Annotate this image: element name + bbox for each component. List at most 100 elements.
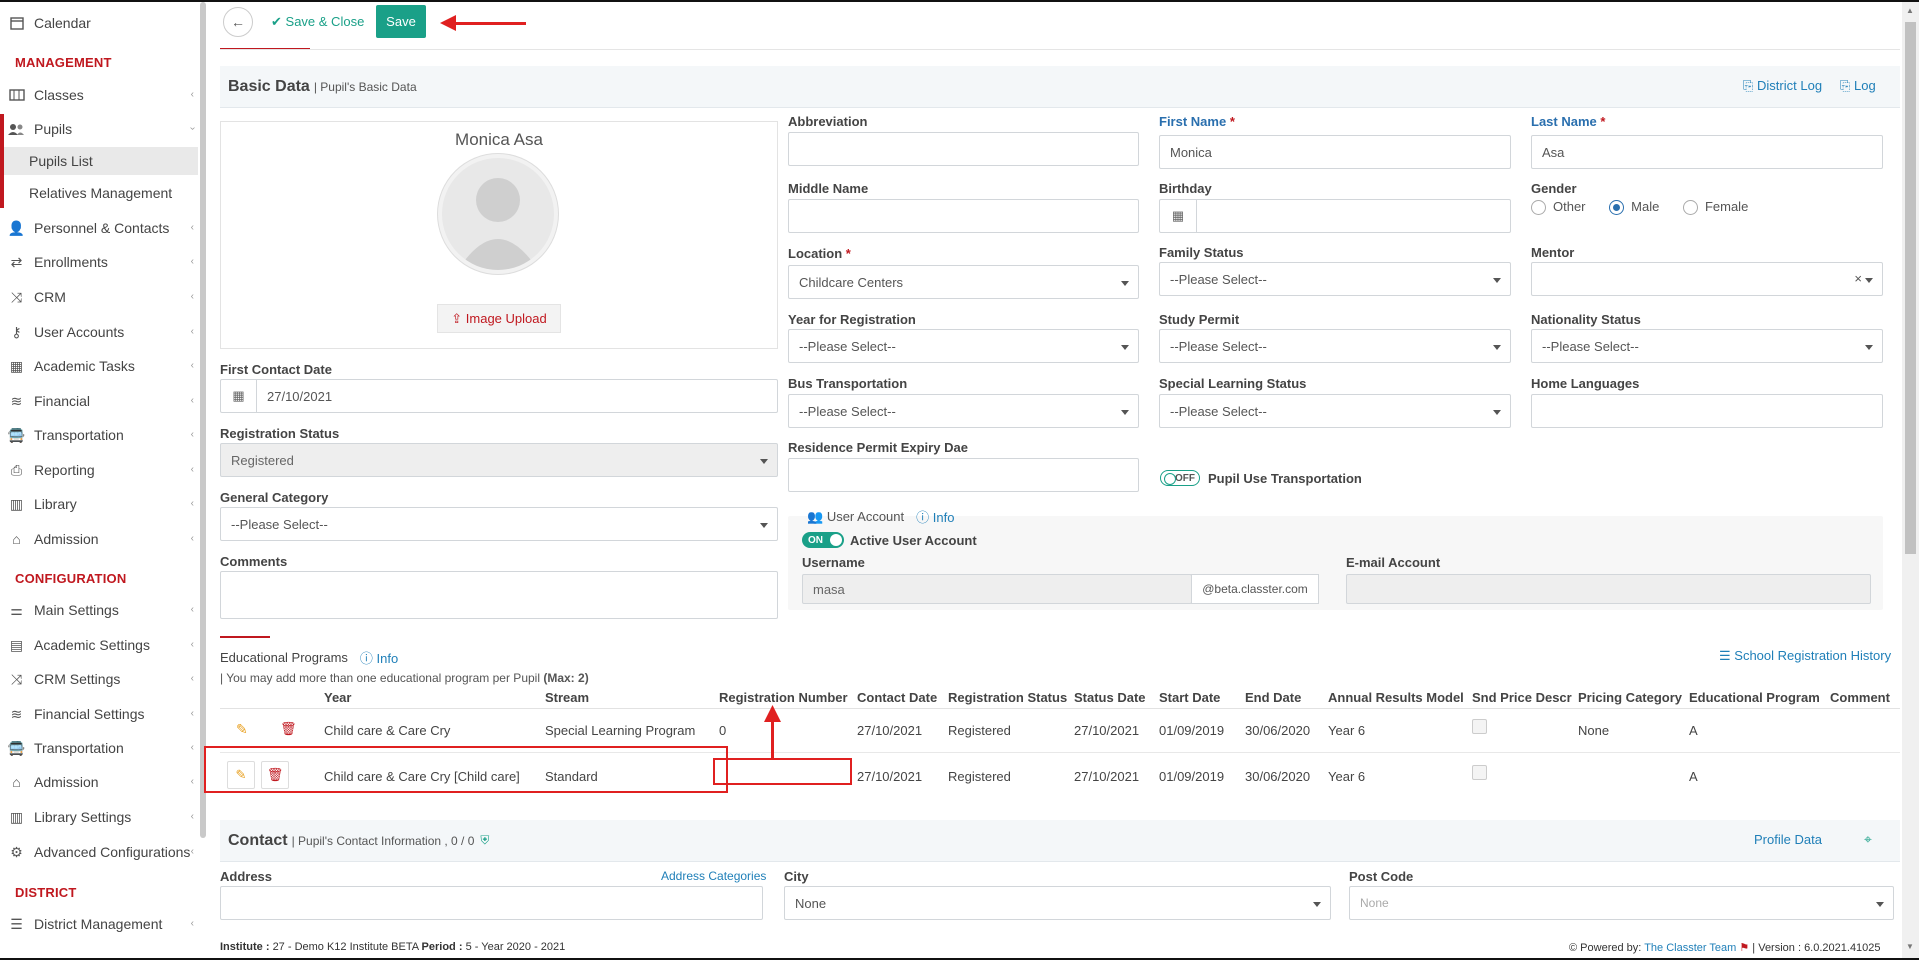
snd-price-checkbox[interactable] xyxy=(1472,765,1487,780)
gender-option-male[interactable]: Male xyxy=(1609,199,1659,216)
gender-option-other[interactable]: Other xyxy=(1531,199,1586,216)
back-button[interactable]: ← xyxy=(223,7,253,37)
sidebar-item-transportation[interactable]: 🚍 Transportation ‹ xyxy=(0,419,198,451)
sidebar-item-district-management[interactable]: ☰ District Management ‹ xyxy=(0,908,198,940)
registration-status-select[interactable]: Registered xyxy=(220,443,778,477)
sidebar-item-pupils[interactable]: Pupils ‹ xyxy=(0,113,198,145)
sidebar-item-admission[interactable]: ⌂ Admission ‹ xyxy=(0,523,198,555)
radio-male[interactable] xyxy=(1609,200,1625,216)
sidebar-item-admission-settings[interactable]: ⌂ Admission ‹ xyxy=(0,766,198,798)
pupils-icon xyxy=(8,122,25,136)
sidebar-item-advanced-configurations[interactable]: ⚙ Advanced Configurations ‹ xyxy=(0,836,198,868)
address-categories-link[interactable]: Address Categories xyxy=(661,869,766,883)
profile-data-link[interactable]: Profile Data xyxy=(1754,832,1822,847)
calendar-icon[interactable]: ▦ xyxy=(221,380,257,412)
mentor-select[interactable]: × xyxy=(1531,262,1883,296)
map-marker-icon[interactable]: ⌖ xyxy=(1864,831,1872,848)
user-icon: 👥 xyxy=(807,508,824,524)
sidebar-item-crm[interactable]: ⤨ CRM ‹ xyxy=(0,281,198,313)
bus-transportation-select[interactable]: --Please Select-- xyxy=(788,394,1139,428)
trash-icon[interactable]: 🗑 xyxy=(280,721,297,737)
log-link[interactable]: ⎘ Log xyxy=(1840,78,1876,94)
postcode-label: Post Code xyxy=(1349,869,1414,884)
sidebar-item-library-settings[interactable]: ▥ Library Settings ‹ xyxy=(0,801,198,833)
postcode-select[interactable]: None xyxy=(1349,886,1894,920)
comments-textarea[interactable] xyxy=(220,571,778,619)
school-registration-history-link[interactable]: ☰ School Registration History xyxy=(1719,648,1891,664)
image-upload-button[interactable]: ⇪ Image Upload xyxy=(437,304,561,333)
toggle-state: OFF xyxy=(1175,472,1195,484)
snd-price-checkbox[interactable] xyxy=(1472,719,1487,734)
sidebar-item-classes[interactable]: Classes ‹ xyxy=(0,79,198,111)
scrollbar-thumb[interactable] xyxy=(1905,22,1916,554)
sidebar-item-academic-settings[interactable]: ▤ Academic Settings ‹ xyxy=(0,629,198,661)
radio-other[interactable] xyxy=(1531,200,1546,216)
last-name-value: Asa xyxy=(1542,144,1565,160)
edit-icon[interactable]: ✎ xyxy=(236,721,248,738)
middle-name-input[interactable] xyxy=(788,199,1139,233)
sidebar-item-crm-settings[interactable]: ⤨ CRM Settings ‹ xyxy=(0,663,198,695)
radio-female[interactable] xyxy=(1682,200,1698,216)
nationality-label: Nationality Status xyxy=(1531,312,1641,327)
sidebar-item-calendar[interactable]: Calendar xyxy=(0,7,198,39)
sidebar-subitem-relatives-management[interactable]: Relatives Management xyxy=(4,179,198,207)
birthday-field[interactable]: ▦ xyxy=(1159,199,1511,233)
sidebar-item-transportation-settings[interactable]: 🚍 Transportation ‹ xyxy=(0,732,198,764)
basic-data-title: Basic Data xyxy=(228,77,310,95)
sidebar-item-user-accounts[interactable]: ⚷ User Accounts ‹ xyxy=(0,316,198,348)
save-close-button[interactable]: ✔ Save & Close xyxy=(271,14,364,30)
sidebar-item-financial[interactable]: ≋ Financial ‹ xyxy=(0,385,198,417)
sidebar-subitem-pupils-list[interactable]: Pupils List xyxy=(4,147,198,175)
username-input[interactable]: masa xyxy=(802,574,1192,604)
sidebar-item-reporting[interactable]: ⎙ Reporting ‹ xyxy=(0,454,198,486)
section-underline xyxy=(220,636,270,638)
programs-info-link[interactable]: ⓘ Info xyxy=(360,648,398,667)
basic-data-header: Basic Data | Pupil's Basic Data xyxy=(220,66,1900,108)
crm-icon: ⤨ xyxy=(10,670,23,687)
chevron-left-icon: ‹ xyxy=(190,673,194,684)
special-learning-label: Special Learning Status xyxy=(1159,376,1307,391)
clear-icon[interactable]: × xyxy=(1854,271,1862,286)
bus-icon: 🚍 xyxy=(7,739,26,756)
nationality-select[interactable]: --Please Select-- xyxy=(1531,329,1883,363)
first-contact-date-field[interactable]: ▦ 27/10/2021 xyxy=(220,379,778,413)
check-icon: ✔ xyxy=(271,14,282,29)
scroll-up-icon[interactable]: ▲ xyxy=(1906,6,1914,15)
sidebar-item-library[interactable]: ▥ Library ‹ xyxy=(0,488,198,520)
institute-label: Institute : xyxy=(220,941,270,953)
team-link[interactable]: The Classter Team xyxy=(1644,942,1736,954)
gender-option-female[interactable]: Female xyxy=(1682,199,1748,216)
sidebar-item-financial-settings[interactable]: ≋ Financial Settings ‹ xyxy=(0,698,198,730)
year-registration-select[interactable]: --Please Select-- xyxy=(788,329,1139,363)
abbreviation-input[interactable] xyxy=(788,132,1139,166)
special-learning-select[interactable]: --Please Select-- xyxy=(1159,394,1511,428)
sidebar-item-academic-tasks[interactable]: ▦ Academic Tasks ‹ xyxy=(0,350,198,382)
transport-toggle[interactable]: OFF xyxy=(1160,470,1200,486)
location-select[interactable]: Childcare Centers xyxy=(788,265,1139,299)
cell-start-date: 01/09/2019 xyxy=(1159,769,1225,784)
main-scrollbar[interactable]: ▲ ▼ xyxy=(1902,2,1919,958)
sidebar-item-main-settings[interactable]: ⚌ Main Settings ‹ xyxy=(0,594,198,626)
sidebar-item-enrollments[interactable]: ⇄ Enrollments ‹ xyxy=(0,246,198,278)
scroll-down-icon[interactable]: ▼ xyxy=(1906,942,1914,951)
info-link[interactable]: ⓘ Info xyxy=(916,507,954,526)
sidebar-item-label: Admission xyxy=(34,774,99,790)
institution-icon: ⌂ xyxy=(12,774,21,790)
first-name-input[interactable]: Monica xyxy=(1159,135,1511,169)
residence-permit-input[interactable] xyxy=(788,458,1139,492)
calendar-icon[interactable]: ▦ xyxy=(1160,200,1197,232)
home-languages-input[interactable] xyxy=(1531,394,1883,428)
address-input[interactable] xyxy=(220,886,763,920)
save-button[interactable]: Save xyxy=(376,5,426,38)
family-status-select[interactable]: --Please Select-- xyxy=(1159,262,1511,296)
email-account-label: E-mail Account xyxy=(1346,555,1441,570)
email-account-input[interactable] xyxy=(1346,574,1871,604)
district-log-link[interactable]: ⎘ District Log xyxy=(1743,78,1822,94)
last-name-input[interactable]: Asa xyxy=(1531,135,1883,169)
active-account-toggle[interactable]: ON xyxy=(802,532,844,548)
col-header-annual-results-model: Annual Results Model xyxy=(1328,690,1464,705)
study-permit-select[interactable]: --Please Select-- xyxy=(1159,329,1511,363)
general-category-select[interactable]: --Please Select-- xyxy=(220,507,778,541)
city-select[interactable]: None xyxy=(784,886,1331,920)
sidebar-item-personnel[interactable]: 👤 Personnel & Contacts ‹ xyxy=(0,212,198,244)
